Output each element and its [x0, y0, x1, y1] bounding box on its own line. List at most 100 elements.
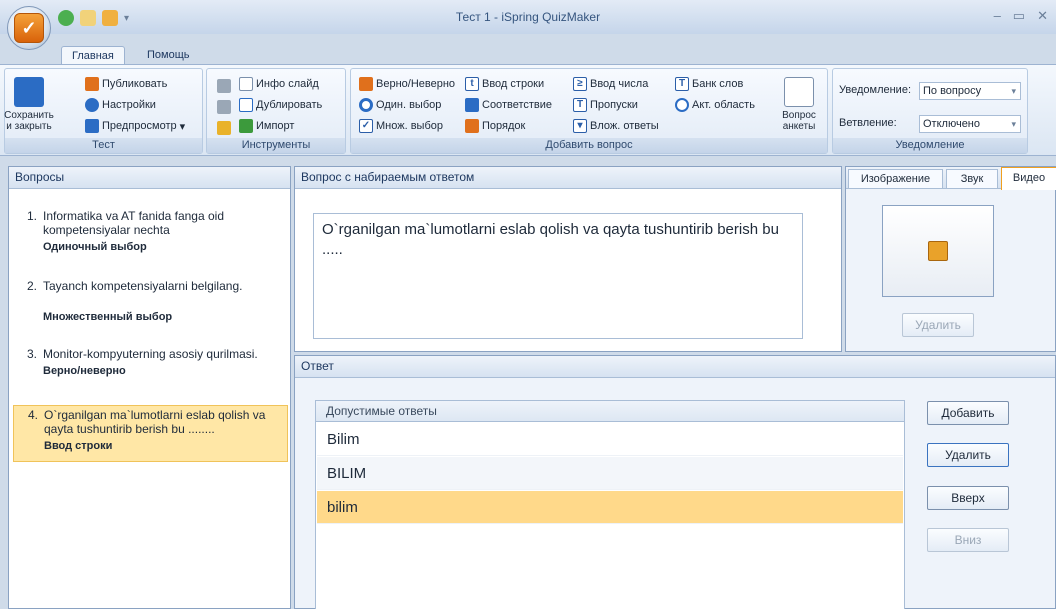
question-type: Ввод строки: [44, 440, 113, 452]
maximize-icon[interactable]: ▭: [1013, 8, 1025, 24]
true-false-icon: [359, 77, 373, 91]
multi-choice-label: Множ. выбор: [376, 120, 443, 132]
tab-video[interactable]: Видео: [1001, 167, 1056, 190]
type-in-label: Ввод строки: [482, 78, 545, 90]
fill-gaps-label: Пропуски: [590, 99, 638, 111]
move-up-button[interactable]: Вверх: [927, 486, 1009, 510]
preview-button[interactable]: Предпросмотр ▾: [85, 119, 185, 133]
sequence-label: Порядок: [482, 120, 526, 132]
import-button[interactable]: Импорт: [239, 119, 294, 133]
fill-gaps-button[interactable]: T Пропуски: [573, 98, 638, 112]
branching-select[interactable]: Отключено: [919, 115, 1021, 133]
duplicate-icon: [239, 98, 253, 112]
delete-media-button[interactable]: Удалить: [902, 313, 974, 337]
feedback-select[interactable]: По вопросу: [919, 82, 1021, 100]
cut-icon[interactable]: [217, 79, 231, 93]
save-icon: [14, 77, 44, 107]
questions-header: Вопросы: [9, 167, 290, 189]
word-bank-label: Банк слов: [692, 78, 744, 90]
nested-label: Влож. ответы: [590, 120, 659, 132]
add-answer-button[interactable]: Добавить: [927, 401, 1009, 425]
answers-list: Допустимые ответы Bilim BILIM bilim: [315, 400, 905, 609]
copy-icon[interactable]: [217, 100, 231, 114]
dropdown-icon: ▾: [573, 119, 587, 133]
questions-panel: Вопросы 1. Informatika va AT fanida fang…: [8, 166, 291, 609]
question-header: Вопрос с набираемым ответом: [295, 167, 841, 189]
survey-icon: [784, 77, 814, 107]
move-down-button[interactable]: Вниз: [927, 528, 1009, 552]
question-type: Верно/неверно: [43, 365, 126, 377]
sequence-button[interactable]: Порядок: [465, 119, 525, 133]
tab-main[interactable]: Главная: [61, 46, 125, 66]
question-type: Одиночный выбор: [43, 241, 147, 253]
tab-sound[interactable]: Звук: [946, 169, 998, 189]
type-in-button[interactable]: t Ввод строки: [465, 77, 544, 91]
ribbon-tabs: Главная Помощь: [0, 34, 1056, 66]
tab-help[interactable]: Помощь: [137, 46, 200, 66]
import-label: Импорт: [256, 120, 295, 132]
survey-button[interactable]: Вопрос анкеты: [777, 77, 821, 132]
question-item-3[interactable]: 3. Monitor-kompyuterning asosiy qurilmas…: [13, 345, 288, 380]
question-item-1[interactable]: 1. Informatika va AT fanida fanga oid ko…: [13, 207, 288, 256]
question-num: 3.: [27, 347, 38, 361]
answer-row-selected[interactable]: bilim: [317, 491, 903, 524]
radio-icon: [359, 98, 373, 112]
matching-button[interactable]: Соответствие: [465, 98, 552, 112]
fill-gaps-icon: T: [573, 98, 587, 112]
matching-icon: [465, 98, 479, 112]
tab-image[interactable]: Изображение: [848, 169, 943, 189]
word-bank-button[interactable]: T Банк слов: [675, 77, 743, 91]
publish-button[interactable]: Публиковать: [85, 77, 167, 91]
question-text: Informatika va AT fanida fanga oid kompe…: [43, 209, 225, 237]
app-menu-button[interactable]: ✓: [7, 6, 51, 50]
folder-icon[interactable]: [102, 10, 118, 26]
question-item-2[interactable]: 2. Tayanch kompetensiyalarni belgilang. …: [13, 277, 288, 335]
chevron-down-icon: ▾: [179, 120, 186, 133]
delete-answer-button[interactable]: Удалить: [927, 443, 1009, 467]
answer-row[interactable]: Bilim: [317, 423, 903, 456]
settings-button[interactable]: Настройки: [85, 98, 156, 112]
single-choice-label: Один. выбор: [376, 99, 442, 111]
preview-icon[interactable]: [58, 10, 74, 26]
minimize-icon[interactable]: –: [994, 8, 1001, 24]
hotspot-button[interactable]: Акт. область: [675, 98, 755, 112]
answer-row[interactable]: BILIM: [317, 457, 903, 490]
video-placeholder[interactable]: [882, 205, 994, 297]
checkbox-icon: ✓: [359, 119, 373, 133]
settings-label: Настройки: [102, 99, 156, 111]
save-close-button[interactable]: Сохранить и закрыть: [4, 77, 54, 132]
multi-choice-button[interactable]: ✓ Множ. выбор: [359, 119, 443, 133]
edit-icon[interactable]: [80, 10, 96, 26]
type-in-icon: t: [465, 77, 479, 91]
info-slide-button[interactable]: Инфо слайд: [239, 77, 319, 91]
numeric-icon: ≥: [573, 77, 587, 91]
duplicate-button[interactable]: Дублировать: [239, 98, 322, 112]
numeric-button[interactable]: ≥ Ввод числа: [573, 77, 648, 91]
question-item-4[interactable]: 4. O`rganilgan ma`lumotlarni eslab qolis…: [13, 405, 288, 462]
question-num: 1.: [27, 209, 38, 223]
preview-label: Предпросмотр: [102, 120, 177, 132]
paste-icon[interactable]: [217, 121, 231, 135]
question-text: O`rganilgan ma`lumotlarni eslab qolish v…: [44, 408, 266, 436]
close-icon[interactable]: ✕: [1037, 8, 1048, 24]
question-text-input[interactable]: O`rganilgan ma`lumotlarni eslab qolish v…: [313, 213, 803, 339]
answer-header: Ответ: [295, 356, 1055, 378]
video-icon: [928, 241, 948, 261]
target-icon: [675, 98, 689, 112]
nested-button[interactable]: ▾ Влож. ответы: [573, 119, 659, 133]
question-type: Множественный выбор: [43, 311, 173, 323]
question-num: 2.: [27, 279, 38, 293]
branching-label: Ветвление:: [839, 117, 897, 129]
question-num: 4.: [28, 408, 39, 422]
publish-icon: [85, 77, 99, 91]
page-icon: [239, 77, 253, 91]
gear-icon: [85, 98, 99, 112]
single-choice-button[interactable]: Один. выбор: [359, 98, 441, 112]
duplicate-label: Дублировать: [256, 99, 323, 111]
customize-icon[interactable]: ▾: [124, 13, 129, 24]
separator: [0, 156, 1056, 162]
group-test-caption: Тест: [5, 138, 202, 153]
word-bank-icon: T: [675, 77, 689, 91]
true-false-button[interactable]: Верно/Неверно: [359, 77, 455, 91]
window-title: Тест 1 - iSpring QuizMaker: [455, 10, 601, 24]
